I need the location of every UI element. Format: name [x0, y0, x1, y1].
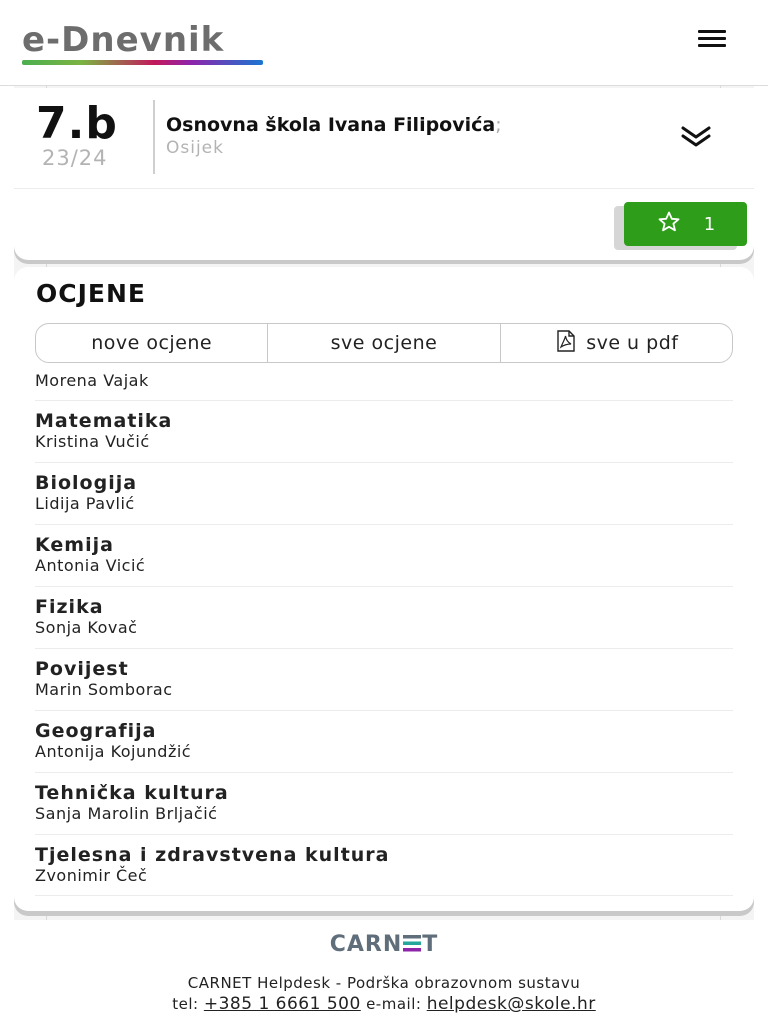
subject-name: Biologija: [35, 472, 138, 494]
subject-row[interactable]: Fizika Sonja Kovač: [35, 586, 733, 648]
logo-underline: [22, 60, 263, 65]
tab-label: sve u pdf: [586, 332, 679, 354]
subject-name: Tjelesna i zdravstvena kultura: [35, 844, 390, 866]
helpdesk-text: CARNET Helpdesk - Podrška obrazovnom sus…: [187, 974, 581, 992]
favorite-count: 1: [703, 213, 716, 235]
phone-link[interactable]: +385 1 6661 500: [204, 994, 361, 1014]
class-divider: [153, 100, 155, 174]
class-name: 7.b: [36, 98, 118, 149]
tab-all-pdf[interactable]: sve u pdf: [499, 324, 732, 362]
subject-teacher: Antonia Vicić: [35, 556, 146, 575]
grades-card: OCJENE nove ocjene sve ocjene sve u pdf …: [14, 267, 754, 911]
subject-row[interactable]: Tehnička kultura Sanja Marolin Brljačić: [35, 772, 733, 834]
school-name-text: Osnovna škola Ivana Filipovića: [166, 114, 496, 136]
school-name: Osnovna škola Ivana Filipovića;: [166, 114, 502, 136]
pdf-icon: [554, 329, 578, 357]
app-logo[interactable]: e-Dnevnik: [22, 20, 224, 60]
subject-list: Matematika Kristina Vučić Biologija Lidi…: [35, 400, 733, 896]
subject-name: Tehnička kultura: [35, 782, 229, 804]
carnet-logo-left: CARN: [329, 932, 403, 957]
subject-teacher: Kristina Vučić: [35, 432, 150, 451]
subject-name: Matematika: [35, 410, 173, 432]
star-outline-icon: [656, 210, 682, 239]
subject-row[interactable]: Biologija Lidija Pavlić: [35, 462, 733, 524]
chevron-double-down-icon[interactable]: [680, 124, 712, 148]
class-card-separator: [14, 188, 754, 189]
school-city: Osijek: [166, 138, 224, 158]
subject-name: Kemija: [35, 534, 114, 556]
subject-name: Povijest: [35, 658, 129, 680]
tab-label: sve ocjene: [330, 332, 438, 354]
subject-teacher: Zvonimir Čeč: [35, 866, 148, 885]
subject-row[interactable]: Matematika Kristina Vučić: [35, 400, 733, 462]
grades-tabs: nove ocjene sve ocjene sve u pdf: [35, 323, 733, 363]
subject-row[interactable]: Povijest Marin Somborac: [35, 648, 733, 710]
subject-row[interactable]: Geografija Antonija Kojundžić: [35, 710, 733, 772]
email-label: e-mail:: [366, 995, 422, 1013]
class-card: 7.b 23/24 Osnovna škola Ivana Filipovića…: [14, 88, 754, 260]
subject-row[interactable]: Kemija Antonia Vicić: [35, 524, 733, 586]
subject-teacher: Marin Somborac: [35, 680, 173, 699]
carnet-logo[interactable]: CARN T: [0, 932, 768, 957]
tel-label: tel:: [172, 995, 199, 1013]
contact-info: tel: +385 1 6661 500 e-mail: helpdesk@sk…: [0, 994, 768, 1014]
carnet-e-icon: [403, 933, 422, 952]
carnet-logo-right: T: [422, 932, 439, 957]
school-year: 23/24: [42, 146, 108, 170]
partial-teacher-name: Morena Vajak: [35, 371, 149, 390]
email-link[interactable]: helpdesk@skole.hr: [427, 994, 596, 1014]
app-header: e-Dnevnik: [0, 0, 768, 86]
tab-new-grades[interactable]: nove ocjene: [36, 324, 267, 362]
tab-all-grades[interactable]: sve ocjene: [267, 324, 499, 362]
hamburger-icon[interactable]: [698, 30, 730, 52]
subject-teacher: Lidija Pavlić: [35, 494, 135, 513]
subject-name: Geografija: [35, 720, 157, 742]
subject-row[interactable]: Tjelesna i zdravstvena kultura Zvonimir …: [35, 834, 733, 896]
tab-label: nove ocjene: [91, 332, 213, 354]
subject-teacher: Sanja Marolin Brljačić: [35, 804, 218, 823]
school-separator: ;: [495, 114, 502, 136]
subject-teacher: Antonija Kojundžić: [35, 742, 192, 761]
subject-name: Fizika: [35, 596, 104, 618]
grades-title: OCJENE: [36, 279, 146, 308]
subject-teacher: Sonja Kovač: [35, 618, 138, 637]
favorite-button[interactable]: 1: [624, 202, 747, 246]
page-footer: CARN T CARNET Helpdesk - Podrška obrazovn…: [0, 920, 768, 1024]
